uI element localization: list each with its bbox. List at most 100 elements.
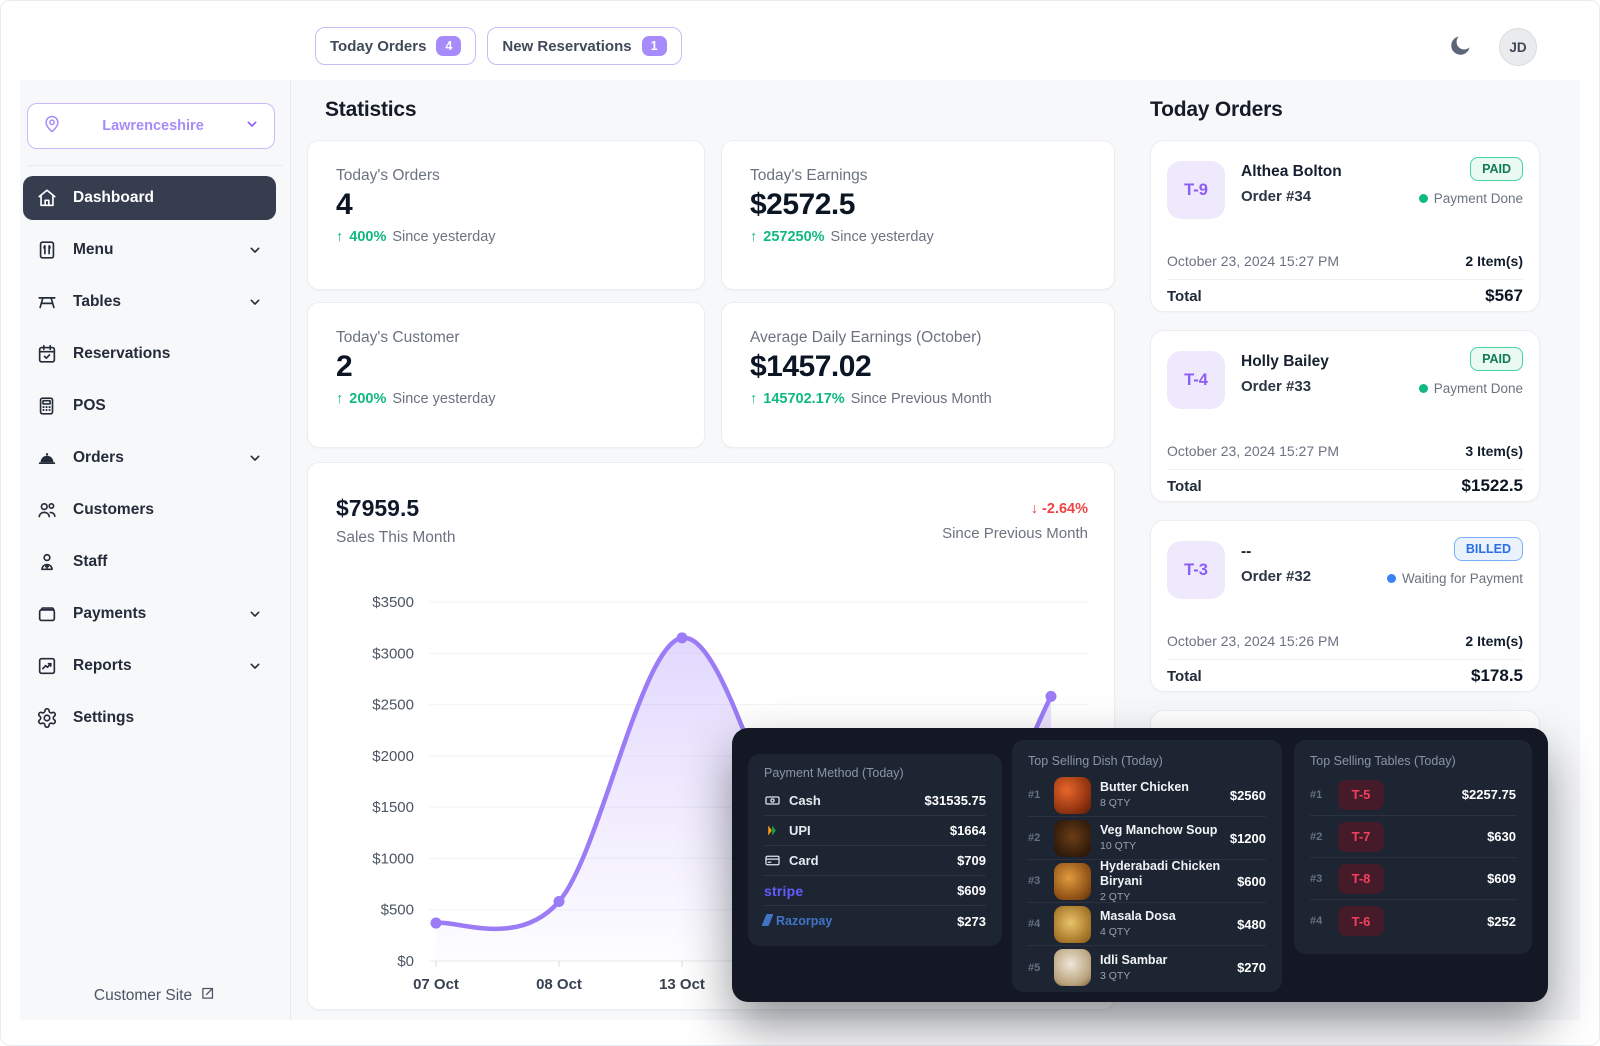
today-orders-heading: Today Orders bbox=[1150, 98, 1283, 122]
payment-method-title: Payment Method (Today) bbox=[764, 766, 986, 780]
dish-rank: #5 bbox=[1028, 962, 1045, 974]
dish-row: #2 Veg Manchow Soup 10 QTY $1200 bbox=[1028, 817, 1266, 860]
dish-photo bbox=[1054, 863, 1091, 900]
sales-total: $7959.5 bbox=[336, 495, 419, 522]
dish-photo bbox=[1054, 820, 1091, 857]
chevron-down-icon bbox=[247, 606, 263, 622]
location-selector[interactable]: Lawrenceshire bbox=[27, 103, 275, 149]
y-axis-tick: $1000 bbox=[372, 850, 414, 867]
sidebar-item-tables[interactable]: Tables bbox=[23, 280, 276, 324]
new-reservations-button[interactable]: New Reservations 1 bbox=[487, 27, 681, 65]
chevron-down-icon bbox=[247, 242, 263, 258]
status-badge: PAID bbox=[1470, 157, 1523, 181]
payment-method-row: Card $709 bbox=[764, 846, 986, 876]
order-number: Order #32 bbox=[1241, 568, 1311, 585]
stat-card-today-s-orders: Today's Orders 4 ↑ 400% Since yesterday bbox=[307, 140, 705, 290]
x-axis-tick: 13 Oct bbox=[659, 976, 705, 993]
stat-delta-note: Since Previous Month bbox=[851, 391, 992, 407]
location-label: Lawrenceshire bbox=[62, 118, 244, 134]
customer-site-label: Customer Site bbox=[94, 987, 192, 1005]
table-value: $252 bbox=[1487, 914, 1516, 929]
sidebar-item-customers[interactable]: Customers bbox=[23, 488, 276, 532]
sidebar-item-menu[interactable]: Menu bbox=[23, 228, 276, 272]
sidebar-item-orders[interactable]: Orders bbox=[23, 436, 276, 480]
sidebar: Lawrenceshire Dashboard Menu Tables Rese… bbox=[20, 80, 290, 1020]
stat-value: 2 bbox=[336, 350, 676, 384]
card-icon bbox=[764, 852, 781, 869]
order-card[interactable]: T-3 -- Order #32 BILLED Waiting for Paym… bbox=[1150, 520, 1540, 692]
dish-row: #1 Butter Chicken 8 QTY $2560 bbox=[1028, 774, 1266, 817]
order-card[interactable]: T-9 Althea Bolton Order #34 PAID Payment… bbox=[1150, 140, 1540, 312]
chart-data-point bbox=[431, 918, 442, 929]
dish-qty: 8 QTY bbox=[1100, 797, 1189, 810]
new-reservations-count-badge: 1 bbox=[642, 36, 667, 56]
topbar: Today Orders 4 New Reservations 1 bbox=[315, 27, 682, 65]
payment-method-name: Cash bbox=[789, 793, 821, 808]
dish-name: Butter Chicken bbox=[1100, 780, 1189, 795]
order-datetime: October 23, 2024 15:27 PM bbox=[1167, 443, 1339, 459]
sidebar-item-reservations[interactable]: Reservations bbox=[23, 332, 276, 376]
y-axis-tick: $1500 bbox=[372, 799, 414, 816]
payment-method-row: stripe $609 bbox=[764, 876, 986, 906]
customer-name: Holly Bailey bbox=[1241, 353, 1329, 371]
chart-data-point bbox=[554, 896, 565, 907]
table-rank: #4 bbox=[1310, 915, 1327, 927]
table-row: #4 T-6 $252 bbox=[1310, 900, 1516, 942]
sidebar-item-payments[interactable]: Payments bbox=[23, 592, 276, 636]
payment-method-panel: Payment Method (Today) Cash $31535.75 UP… bbox=[748, 754, 1002, 946]
dish-row: #4 Masala Dosa 4 QTY $480 bbox=[1028, 903, 1266, 946]
y-axis-tick: $0 bbox=[397, 953, 414, 970]
avatar[interactable]: JD bbox=[1499, 28, 1537, 66]
sidebar-item-settings[interactable]: Settings bbox=[23, 696, 276, 740]
y-axis-tick: $2500 bbox=[372, 697, 414, 714]
table-value: $630 bbox=[1487, 829, 1516, 844]
chevron-down-icon bbox=[244, 116, 260, 137]
y-axis-tick: $3500 bbox=[372, 594, 414, 611]
payment-method-name: Card bbox=[789, 853, 819, 868]
payment-status-note: Payment Done bbox=[1434, 381, 1523, 396]
order-card[interactable]: T-4 Holly Bailey Order #33 PAID Payment … bbox=[1150, 330, 1540, 502]
sidebar-nav: Dashboard Menu Tables Reservations POS O… bbox=[23, 176, 276, 740]
stat-delta-percent: 400% bbox=[349, 229, 386, 245]
new-reservations-button-label: New Reservations bbox=[502, 38, 631, 55]
customers-icon bbox=[36, 499, 58, 521]
today-orders-count-badge: 4 bbox=[436, 36, 461, 56]
payment-method-row: Cash $31535.75 bbox=[764, 786, 986, 816]
order-items-count: 3 Item(s) bbox=[1465, 443, 1523, 459]
sidebar-item-reports[interactable]: Reports bbox=[23, 644, 276, 688]
table-badge: T-4 bbox=[1167, 351, 1225, 409]
sidebar-item-staff[interactable]: Staff bbox=[23, 540, 276, 584]
stat-value: $1457.02 bbox=[750, 350, 1086, 384]
dish-rank: #2 bbox=[1028, 832, 1045, 844]
arrow-down-icon: ↓ bbox=[1031, 501, 1042, 517]
payment-status-note: Waiting for Payment bbox=[1402, 571, 1523, 586]
dish-name: Hyderabadi Chicken Biryani bbox=[1100, 859, 1228, 889]
home-icon bbox=[36, 187, 58, 209]
stat-card-today-s-earnings: Today's Earnings $2572.5 ↑ 257250% Since… bbox=[721, 140, 1115, 290]
payment-method-name: UPI bbox=[789, 823, 811, 838]
dish-value: $480 bbox=[1237, 917, 1266, 932]
statistics-heading: Statistics bbox=[325, 98, 416, 122]
card-divider bbox=[1167, 279, 1523, 280]
arrow-up-icon: ↑ bbox=[336, 229, 343, 245]
customer-name: Althea Bolton bbox=[1241, 163, 1342, 181]
dark-mode-toggle[interactable] bbox=[1445, 32, 1475, 62]
wallet-icon bbox=[36, 603, 58, 625]
table-badge: T-3 bbox=[1167, 541, 1225, 599]
stat-label: Today's Orders bbox=[336, 167, 676, 185]
payment-method-value: $609 bbox=[957, 883, 986, 898]
customer-site-link[interactable]: Customer Site bbox=[20, 985, 290, 1007]
total-value: $1522.5 bbox=[1462, 476, 1523, 496]
today-orders-button[interactable]: Today Orders 4 bbox=[315, 27, 476, 65]
sidebar-item-pos[interactable]: POS bbox=[23, 384, 276, 428]
sidebar-item-dashboard[interactable]: Dashboard bbox=[23, 176, 276, 220]
top-dishes-title: Top Selling Dish (Today) bbox=[1028, 754, 1266, 768]
chevron-down-icon bbox=[247, 450, 263, 466]
tables-icon bbox=[36, 291, 58, 313]
order-datetime: October 23, 2024 15:27 PM bbox=[1167, 253, 1339, 269]
dish-value: $270 bbox=[1237, 960, 1266, 975]
sidebar-divider bbox=[290, 80, 291, 1020]
payment-method-name: Razorpay bbox=[776, 914, 832, 928]
reports-icon bbox=[36, 655, 58, 677]
stripe-logo: stripe bbox=[764, 883, 803, 899]
